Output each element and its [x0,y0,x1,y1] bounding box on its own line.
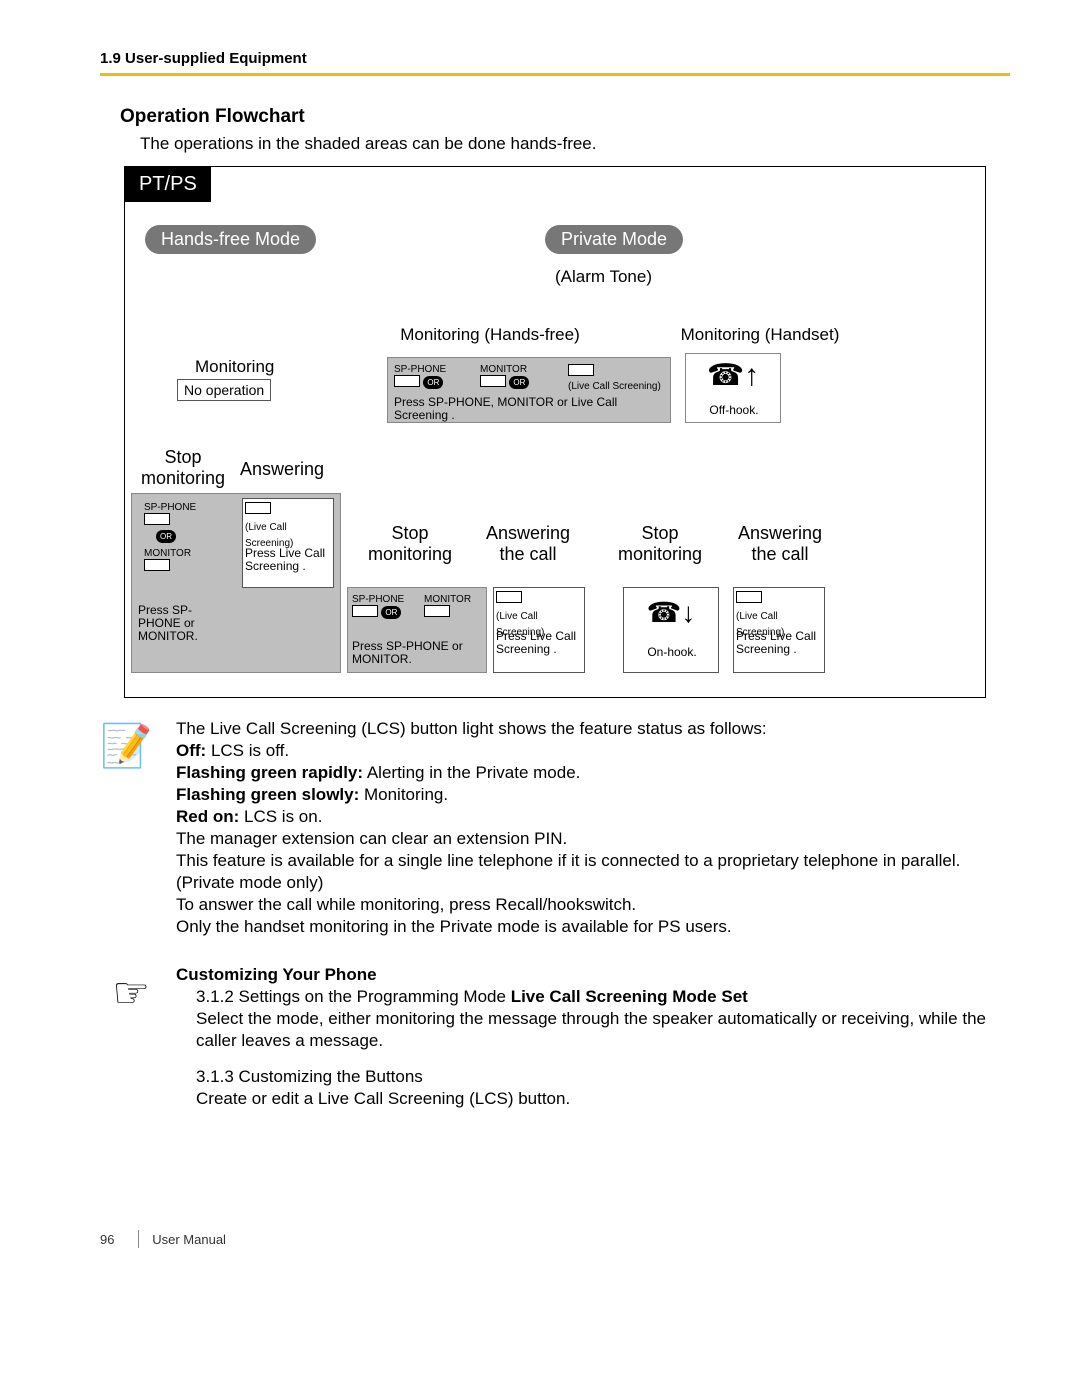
press-lcs-box: (Live Call Screening) Press Live Call Sc… [242,498,334,588]
answering-left: Answering [240,459,324,480]
flowchart: PT/PS Hands-free Mode Private Mode (Alar… [124,166,986,698]
or-label-4: OR [381,606,401,619]
spphone-key-icon [394,375,420,387]
monitor-label: MONITOR [480,364,527,375]
lcs-key-icon-4 [736,591,762,603]
on-hook-text: On-hook. [624,646,720,659]
header-divider [100,73,1010,76]
monitor-key-icon-3 [424,605,450,617]
lcs-small-2: (Live Call Screening) [245,522,293,549]
footer-separator [138,1230,139,1248]
lcs-small-label: (Live Call Screening) [568,381,661,392]
press-sp-mon-lcs-box: SP-PHONE OR MONITOR OR (Live Call Screen… [387,357,671,423]
section-header: 1.9 User-supplied Equipment [100,50,1010,67]
lcs-key-icon-3 [496,591,522,603]
mon-hf-label: Monitoring (Hands-free) [385,325,595,345]
mon-hs-label: Monitoring (Handset) [655,325,865,345]
off-hook-box: ☎︎↑ Off-hook. [685,353,781,423]
press-sp-mon-lcs-text: Press SP-PHONE, MONITOR or Live Call Scr… [394,396,664,422]
no-operation-box: No operation [177,379,271,401]
monitor-key-icon [480,375,506,387]
red-t: LCS is on. [239,807,322,826]
feat2-note: To answer the call while monitoring, pre… [176,894,1010,916]
press-lcs-text: Press Live Call Screening . [245,547,335,573]
fgr-b: Flashing green rapidly: [176,763,363,782]
stop-mon-mid: Stopmonitoring [355,523,465,565]
monitor-label-3: MONITOR [424,594,471,605]
spphone-label-3: SP-PHONE [352,594,404,605]
cust-p1b: Live Call Screening Mode Set [511,987,748,1006]
only-note: Only the handset monitoring in the Priva… [176,916,1010,938]
cust-p2: Select the mode, either monitoring the m… [196,1008,1010,1052]
spphone-key-icon-2 [144,513,170,525]
or-label: OR [423,376,443,389]
note-l1: The Live Call Screening (LCS) button lig… [176,718,1010,740]
press-lcs-box-3: (Live Call Screening) Press Live Call Sc… [733,587,825,673]
note-icon: 📝 [100,718,150,938]
page-title: Operation Flowchart [120,106,1010,128]
customizing-block: Customizing Your Phone 3.1.2 Settings on… [176,964,1010,1110]
lcs-key-icon [568,364,594,376]
press-lcs-text-2: Press Live Call Screening . [496,630,584,656]
press-lcs-text-3: Press Live Call Screening . [736,630,824,656]
off-b: Off: [176,741,206,760]
stop-mon-right: Stopmonitoring [605,523,715,565]
handset-down-icon: ☎︎↓ [630,590,712,629]
red-b: Red on: [176,807,239,826]
handset-lift-icon: ☎︎↑ [686,354,780,393]
stop-mon-left: Stopmonitoring [133,447,233,489]
cust-p4: Create or edit a Live Call Screening (LC… [196,1088,1010,1110]
off-hook-text: Off-hook. [686,404,782,417]
monitoring-label: Monitoring [195,357,274,377]
ptps-tag: PT/PS [125,167,211,202]
press-lcs-box-2: (Live Call Screening) Press Live Call Sc… [493,587,585,673]
cust-p3: 3.1.3 Customizing the Buttons [196,1066,1010,1088]
spphone-key-icon-3 [352,605,378,617]
cust-heading: Customizing Your Phone [176,964,1010,986]
spphone-label-2: SP-PHONE [144,502,196,513]
monitor-label-2: MONITOR [144,548,191,559]
page-footer: 96 User Manual [100,1230,1010,1247]
cust-p1a: 3.1.2 Settings on the Programming Mode [196,987,511,1006]
lcs-key-icon-2 [245,502,271,514]
alarm-tone-label: (Alarm Tone) [555,267,652,287]
fgs-t: Monitoring. [359,785,448,804]
fgs-b: Flashing green slowly: [176,785,359,804]
left-grey-box: SP-PHONE OR MONITOR Press SP-PHONE or MO… [131,493,341,673]
notes-block: The Live Call Screening (LCS) button lig… [176,718,1010,938]
on-hook-box: ☎︎↓ On-hook. [623,587,719,673]
press-sp-or-mon-text: Press SP-PHONE or MONITOR. [138,604,228,643]
private-mode-pill: Private Mode [545,225,683,254]
off-t: LCS is off. [206,741,289,760]
hands-free-mode-pill: Hands-free Mode [145,225,316,254]
spphone-label: SP-PHONE [394,364,446,375]
intro-text: The operations in the shaded areas can b… [140,134,1010,154]
ans-call-mid: Answeringthe call [473,523,583,565]
press-sp-mon-text: Press SP-PHONE or MONITOR. [352,640,484,666]
fgr-t: Alerting in the Private mode. [363,763,580,782]
mgr-note: The manager extension can clear an exten… [176,828,1010,850]
or-label-2: OR [509,376,529,389]
page-number: 96 [100,1232,130,1247]
feat1-note: This feature is available for a single l… [176,850,1010,894]
ans-call-right: Answeringthe call [725,523,835,565]
footer-label: User Manual [152,1232,226,1247]
monitor-key-icon-2 [144,559,170,571]
or-label-3: OR [156,530,176,543]
hand-point-icon: ☞ [100,964,150,1110]
press-sp-mon-box: SP-PHONE OR MONITOR Press SP-PHONE or MO… [347,587,487,673]
